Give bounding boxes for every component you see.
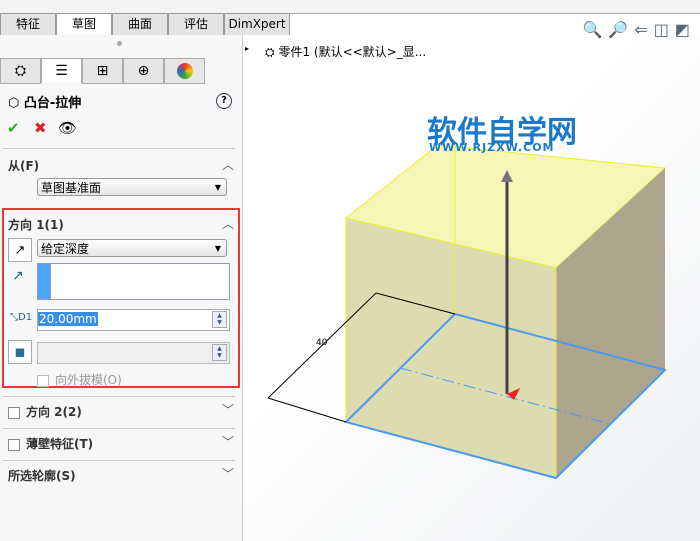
tab-dimxpert[interactable]: DimXpert xyxy=(224,13,290,35)
splitter-handle[interactable] xyxy=(117,41,122,46)
watermark-url: WWW.RJZXW.COM xyxy=(429,141,555,154)
graphics-viewport[interactable]: ▸ ⛭ 零件1 (默认<<默认>_显... 🔍🔎⇐◫◩ 40 软件自学网 WWW… xyxy=(243,20,700,541)
tab-features[interactable]: 特征 xyxy=(0,13,56,35)
reverse-arrow-icon: ↗ xyxy=(14,242,26,258)
extrude-icon: ⬡ xyxy=(8,96,20,111)
tab-evaluate[interactable]: 评估 xyxy=(168,13,224,35)
end-condition-select[interactable]: 给定深度 xyxy=(37,239,227,258)
list-icon: ☰ xyxy=(55,63,68,79)
chevron-down-icon[interactable]: ﹀ xyxy=(222,465,234,482)
draft-outward-checkbox[interactable]: 向外拔模(O) xyxy=(37,371,122,388)
direction-selection-box[interactable] xyxy=(37,263,230,300)
chevron-down-icon[interactable]: ﹀ xyxy=(222,401,234,418)
dimxpert-tab[interactable]: ⊕ xyxy=(123,58,164,84)
draft-icon: ◼ xyxy=(14,344,26,360)
reverse-direction-button[interactable]: ↗ xyxy=(8,238,32,262)
property-manager: ⛭ ☰ ⊞ ⊕ ⬡ 凸台-拉伸 ? ✔ ✖ 👁 从(F) ︿ 草图基准面 方向 … xyxy=(0,35,243,541)
thin-feature-header[interactable]: 薄壁特征(T) xyxy=(8,435,93,452)
svg-text:40: 40 xyxy=(316,338,328,348)
preview-eye-icon[interactable]: 👁 xyxy=(58,119,77,137)
depth-input[interactable]: 20.00mm ▲ ▼ xyxy=(37,309,230,331)
feature-title: 凸台-拉伸 xyxy=(23,96,82,111)
command-toolbar xyxy=(0,0,700,14)
cancel-icon[interactable]: ✖ xyxy=(34,119,47,137)
depth-spinner[interactable]: ▲ ▼ xyxy=(212,311,227,328)
direction-vector-icon: ↗ xyxy=(12,268,24,284)
tree-icon: ⊞ xyxy=(96,63,109,79)
draft-spinner[interactable]: ▲ ▼ xyxy=(212,344,227,361)
direction2-checkbox[interactable] xyxy=(8,406,20,419)
chevron-up-icon[interactable]: ︿ xyxy=(222,215,234,232)
depth-icon: ⤡D1 xyxy=(10,312,33,323)
part-icon: ⛭ xyxy=(14,63,27,79)
command-tabs: 特征 草图 曲面 评估 DimXpert xyxy=(0,13,290,35)
color-wheel-icon xyxy=(176,63,193,79)
draft-angle-input[interactable]: ▲ ▼ xyxy=(37,342,230,364)
from-section-header[interactable]: 从(F) xyxy=(8,157,39,174)
tab-surface[interactable]: 曲面 xyxy=(112,13,168,35)
draft-toggle-button[interactable]: ◼ xyxy=(8,340,32,364)
direction1-header[interactable]: 方向 1(1) xyxy=(8,216,64,233)
tab-sketch[interactable]: 草图 xyxy=(56,13,112,35)
property-manager-tab[interactable]: ☰ xyxy=(41,58,82,83)
thin-feature-checkbox[interactable] xyxy=(8,438,20,451)
feature-tree-tab[interactable]: ⛭ xyxy=(0,58,41,84)
direction2-header[interactable]: 方向 2(2) xyxy=(8,403,82,420)
selected-contours-header[interactable]: 所选轮廓(S) xyxy=(8,467,76,484)
help-icon[interactable]: ? xyxy=(216,93,232,109)
chevron-down-icon[interactable]: ﹀ xyxy=(222,433,234,450)
ok-icon[interactable]: ✔ xyxy=(7,119,20,137)
crosshair-icon: ⊕ xyxy=(137,63,150,79)
chevron-up-icon[interactable]: ︿ xyxy=(222,156,234,173)
display-manager-tab[interactable] xyxy=(164,58,205,84)
from-select[interactable]: 草图基准面 xyxy=(37,178,227,197)
config-manager-tab[interactable]: ⊞ xyxy=(82,58,123,84)
